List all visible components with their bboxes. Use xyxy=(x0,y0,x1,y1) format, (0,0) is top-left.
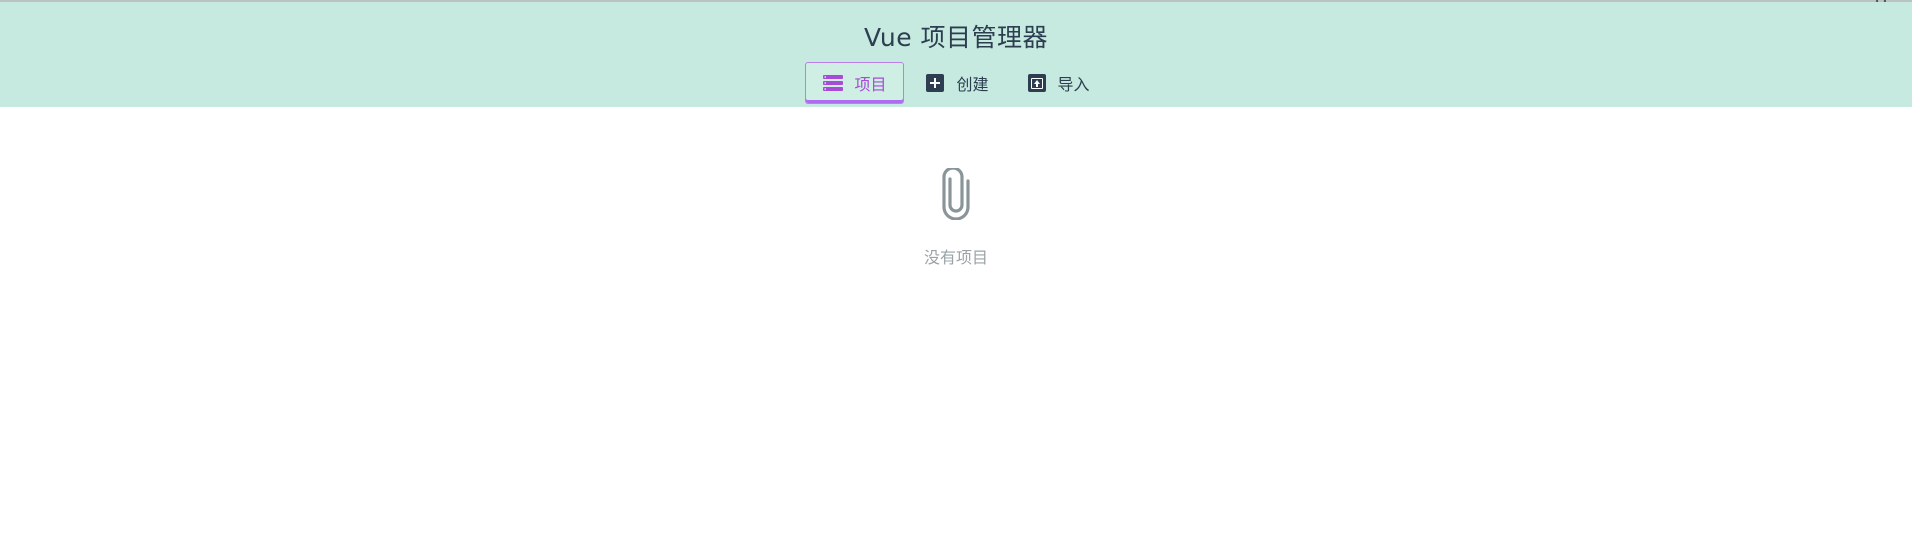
tab-projects[interactable]: 项目 xyxy=(805,62,905,104)
main-tabs: 项目 创建 导入 xyxy=(0,62,1912,104)
tab-import[interactable]: 导入 xyxy=(1010,62,1107,104)
tab-create[interactable]: 创建 xyxy=(908,62,1005,104)
paperclip-icon xyxy=(936,166,976,221)
empty-state-text: 没有项目 xyxy=(923,248,988,267)
app-window: Vue 项目管理器 项目 创建 导入 没有项目 xyxy=(0,0,1920,557)
tab-projects-label: 项目 xyxy=(854,75,887,94)
list-icon xyxy=(823,73,844,93)
import-box-icon xyxy=(1027,73,1047,93)
plus-square-icon xyxy=(925,73,945,93)
page-title: Vue 项目管理器 xyxy=(863,23,1049,52)
top-bar: Vue 项目管理器 项目 创建 导入 xyxy=(0,2,1912,107)
tab-import-label: 导入 xyxy=(1057,75,1090,94)
empty-state: 没有项目 xyxy=(0,166,1912,268)
tab-create-label: 创建 xyxy=(956,75,989,94)
